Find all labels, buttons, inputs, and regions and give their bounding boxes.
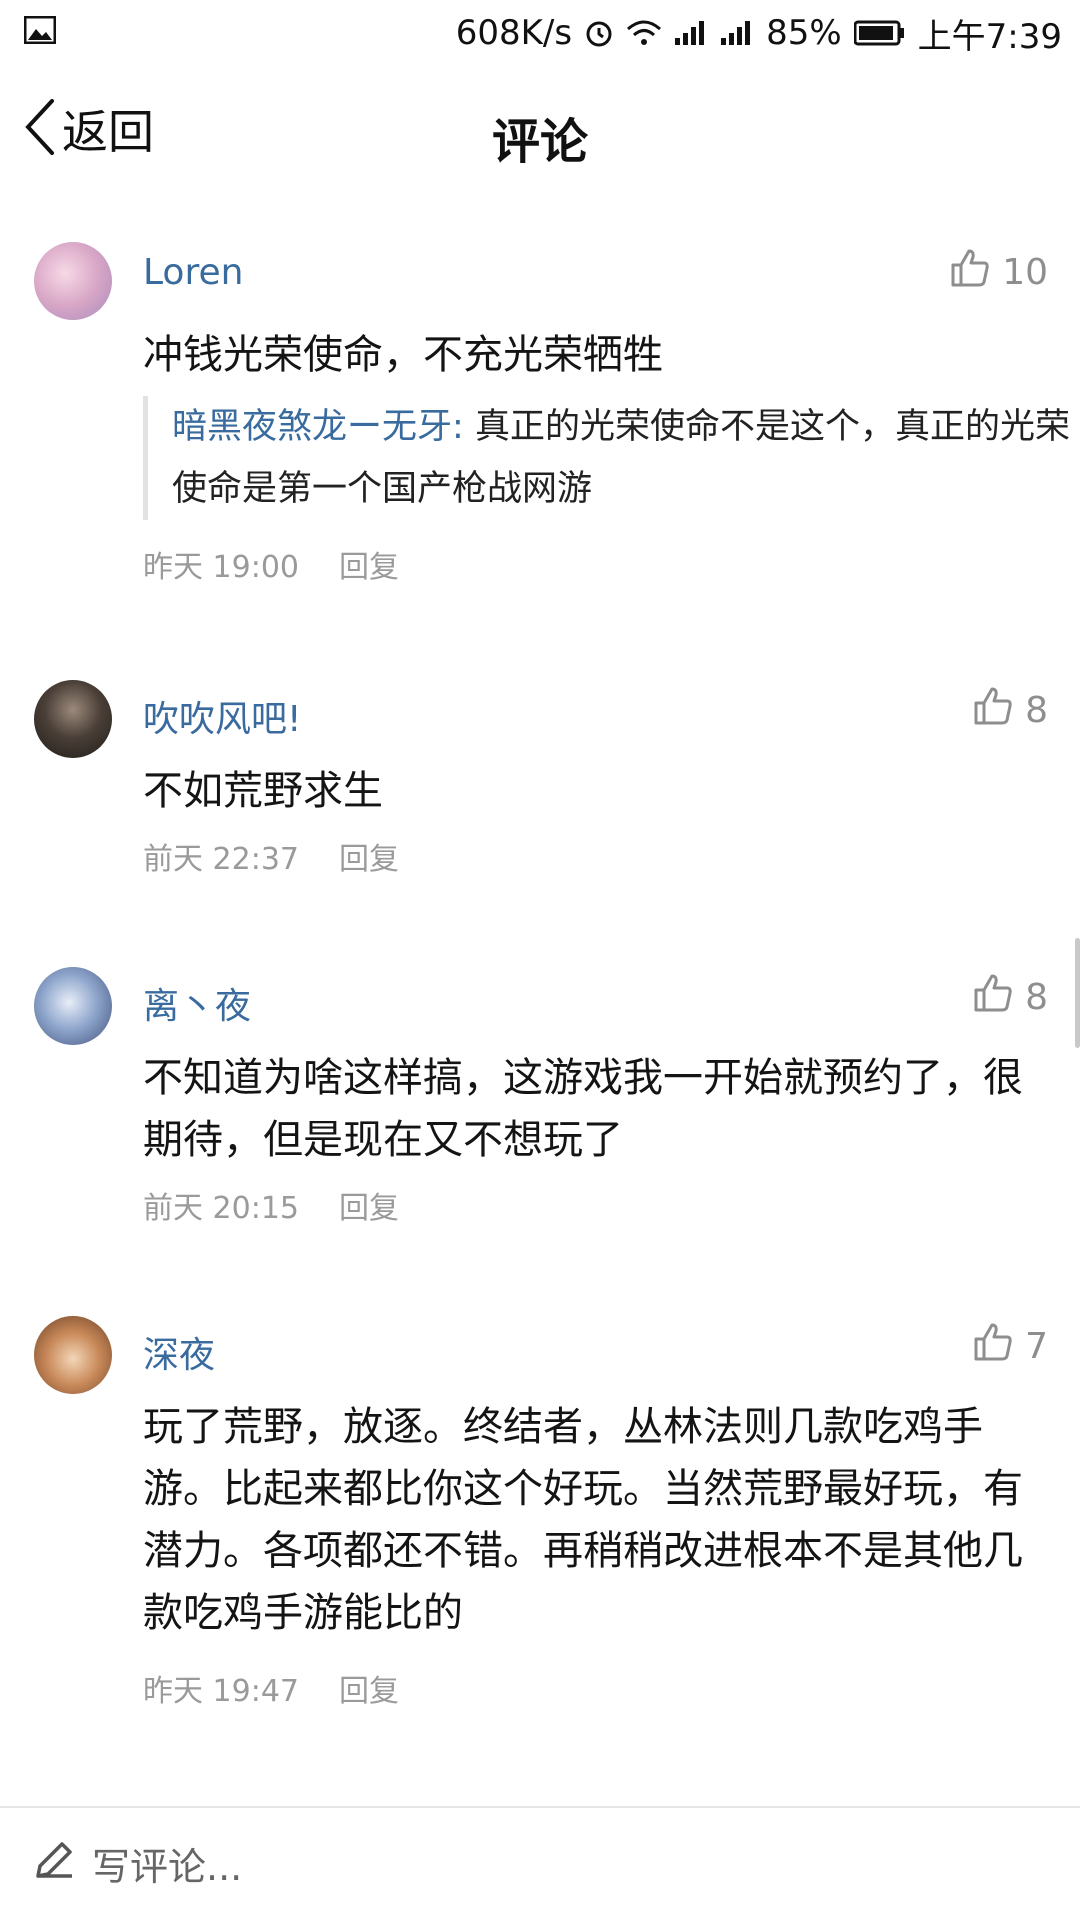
comment-time: 昨天 19:47 [143,1674,299,1709]
quoted-reply: 暗黑夜煞龙ー无牙: 真正的光荣使命不是这个，真正的光荣使命是第一个国产枪战网游 [143,396,1072,520]
avatar[interactable] [34,1316,112,1394]
thumbs-up-icon [950,248,990,297]
thumbs-up-icon [973,973,1013,1022]
avatar[interactable] [34,967,112,1045]
username[interactable]: Loren [143,252,243,293]
like-count: 8 [1025,977,1048,1018]
comment-list: Loren 10 冲钱光荣使命，不充光荣牺牲 暗黑夜煞龙ー无牙: 真正的光荣使命… [0,194,1080,1748]
bottom-bar: 写评论... [0,1806,1080,1922]
like-button[interactable]: 7 [973,1322,1048,1371]
comment-text: 玩了荒野，放逐。终结者，丛林法则几款吃鸡手游。比起来都比你这个好玩。当然荒野最好… [143,1404,1023,1636]
username[interactable]: 深夜 [143,1326,215,1378]
reply-button[interactable]: 回复 [339,1666,399,1710]
signal-icon [720,20,754,46]
scrollbar-thumb[interactable] [1075,938,1080,1048]
comment-meta: 昨天 19:47 回复 [143,1666,399,1710]
comment-meta: 前天 20:15 回复 [143,1183,399,1227]
avatar[interactable] [34,242,112,320]
like-count: 8 [1025,690,1048,731]
write-comment-placeholder: 写评论... [92,1845,243,1889]
reply-button[interactable]: 回复 [339,542,399,586]
thumbs-up-icon [973,686,1013,735]
comment-time: 前天 20:15 [143,1191,299,1226]
comment-time: 前天 22:37 [143,842,299,877]
comment-item: 深夜 7 玩了荒野，放逐。终结者，丛林法则几款吃鸡手游。比起来都比你这个好玩。当… [0,1268,1080,1748]
comment-item: 吹吹风吧! 8 不如荒野求生 前天 22:37 回复 [0,632,1080,919]
page-title: 评论 [491,114,588,170]
reply-button[interactable]: 回复 [339,1183,399,1227]
like-button[interactable]: 8 [973,973,1048,1022]
pencil-icon [32,1836,78,1891]
clock: 上午7:39 [917,16,1062,57]
comment-text: 不知道为啥这样搞，这游戏我一开始就预约了，很期待，但是现在又不想玩了 [143,1055,1023,1163]
network-speed: 608K/s [455,13,573,53]
signal-icon [674,20,708,46]
like-count: 7 [1025,1326,1048,1367]
comment-item: 离丶夜 8 不知道为啥这样搞，这游戏我一开始就预约了，很期待，但是现在又不想玩了… [0,919,1080,1268]
thumbs-up-icon [973,1322,1013,1371]
battery-icon [853,20,906,46]
avatar[interactable] [34,680,112,758]
comment-text: 冲钱光荣使命，不充光荣牺牲 [143,332,663,378]
status-bar: 608K/s 85% 上午7:39 [0,0,1080,66]
comment-meta: 昨天 19:00 回复 [143,542,399,586]
like-button[interactable]: 10 [950,248,1048,297]
nav-bar: 返回 评论 [0,66,1080,194]
quoted-username[interactable]: 暗黑夜煞龙ー无牙: [172,407,464,447]
comment-meta: 前天 22:37 回复 [143,834,399,878]
username[interactable]: 吹吹风吧! [143,690,301,742]
battery-percent: 85% [766,13,842,53]
like-count: 10 [1002,252,1048,293]
username[interactable]: 离丶夜 [143,977,251,1029]
like-button[interactable]: 8 [973,686,1048,735]
wifi-icon [626,19,662,47]
comment-text: 不如荒野求生 [143,768,383,814]
comment-item: Loren 10 冲钱光荣使命，不充光荣牺牲 暗黑夜煞龙ー无牙: 真正的光荣使命… [0,194,1080,632]
write-comment-button[interactable]: 写评论... [32,1836,242,1891]
alarm-icon [584,18,614,48]
comment-time: 昨天 19:00 [143,550,299,585]
image-icon [23,15,57,48]
reply-button[interactable]: 回复 [339,834,399,878]
